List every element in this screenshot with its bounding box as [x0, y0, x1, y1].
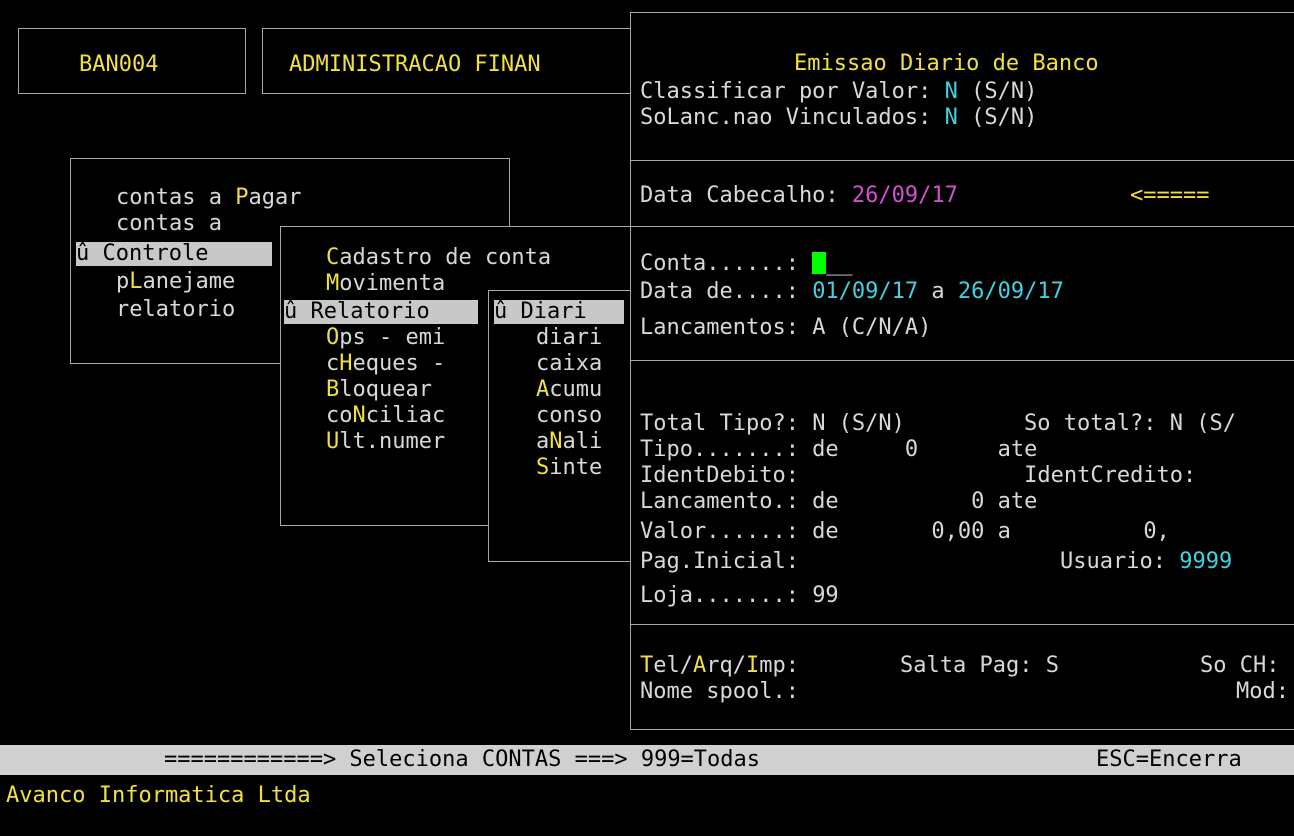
nome-spool-label[interactable]: Nome spool.:	[640, 680, 799, 704]
usuario-row: Usuario: 9999	[1060, 549, 1233, 574]
classificar-row[interactable]: Classificar por Valor: N (S/N)	[640, 80, 1037, 104]
sub-menu-item-relatorio[interactable]: û Relatorio	[284, 300, 478, 324]
mod-label: Mod:	[1236, 679, 1289, 704]
program-code: BAN004	[79, 52, 159, 77]
so-total-row[interactable]: So total?: N (S/	[1024, 412, 1236, 436]
pag-inicial-label[interactable]: Pag.Inicial:	[640, 550, 799, 574]
tipo-row[interactable]: Tipo.......: de 0 ate	[640, 438, 1037, 462]
data-cabecalho-row[interactable]: Data Cabecalho: 26/09/17	[640, 184, 958, 208]
main-menu-item-pagar[interactable]: contas a Pagar	[116, 186, 301, 210]
so-ch-label: So CH:	[1200, 653, 1280, 678]
sub-menu-item-cadastro[interactable]: Cadastro de conta	[326, 246, 551, 270]
app-title: ADMINISTRACAO FINAN	[289, 52, 541, 77]
data-cabecalho-arrow: <=====	[1130, 183, 1210, 208]
sub-menu-item-cheques[interactable]: cHeques -	[326, 352, 445, 376]
main-menu-item-receber[interactable]: contas a	[116, 212, 222, 236]
report-menu-item-acumu[interactable]: Acumu	[536, 378, 602, 402]
sub-menu-item-ultnumer[interactable]: Ult.numer	[326, 430, 445, 454]
main-menu-item-controle[interactable]: û Controle	[76, 242, 272, 266]
program-code-box: BAN004	[18, 28, 246, 94]
sub-menu-item-movimenta[interactable]: Movimenta	[326, 272, 445, 296]
report-menu-item-diari2[interactable]: diari	[536, 326, 602, 350]
ident-row[interactable]: IdentDebito: IdentCredito:	[640, 464, 1196, 488]
solanc-row[interactable]: SoLanc.nao Vinculados: N (S/N)	[640, 106, 1037, 130]
valor-row[interactable]: Valor......: de 0,00 a 0,	[640, 520, 1170, 544]
app-title-box: ADMINISTRACAO FINAN	[262, 28, 632, 94]
lancamentos-row[interactable]: Lancamentos: A (C/N/A)	[640, 316, 931, 340]
company-footer: Avanco Informatica Ltda	[6, 783, 311, 808]
report-menu-item-conso[interactable]: conso	[536, 404, 602, 428]
divider	[630, 160, 1294, 161]
main-menu-item-relatorios[interactable]: relatorio	[116, 298, 235, 322]
salta-pag-row[interactable]: Salta Pag: S	[900, 654, 1059, 678]
report-menu-item-sinte[interactable]: Sinte	[536, 456, 602, 480]
status-bar: ============> Seleciona CONTAS ===> 999=…	[0, 745, 1294, 775]
sub-menu-item-conciliac[interactable]: coNciliac	[326, 404, 445, 428]
sub-menu-item-ops[interactable]: Ops - emi	[326, 326, 445, 350]
divider	[630, 360, 1294, 361]
sub-menu-item-bloquear[interactable]: Bloquear	[326, 378, 432, 402]
esc-hint: ESC=Encerra	[1096, 747, 1242, 772]
loja-row[interactable]: Loja.......: 99	[640, 584, 839, 608]
report-menu-item-caixa[interactable]: caixa	[536, 352, 602, 376]
tel-arq-imp-row[interactable]: Tel/Arq/Imp:	[640, 654, 799, 678]
text-cursor	[812, 252, 827, 274]
total-tipo-row[interactable]: Total Tipo?: N (S/N)	[640, 412, 905, 436]
conta-field[interactable]: Conta......: __	[640, 252, 853, 276]
status-hint: ============> Seleciona CONTAS ===> 999=…	[164, 747, 761, 772]
dialog-title: Emissao Diario de Banco	[794, 51, 1099, 76]
report-menu-item-anali[interactable]: aNali	[536, 430, 602, 454]
data-de-row[interactable]: Data de....: 01/09/17 a 26/09/17	[640, 280, 1064, 304]
lancamento-row[interactable]: Lancamento.: de 0 ate	[640, 490, 1037, 514]
report-menu-item-diario[interactable]: û Diari	[494, 300, 624, 324]
divider	[630, 226, 1294, 227]
main-menu-item-planejamento[interactable]: pLanejame	[116, 270, 235, 294]
divider	[630, 624, 1294, 625]
